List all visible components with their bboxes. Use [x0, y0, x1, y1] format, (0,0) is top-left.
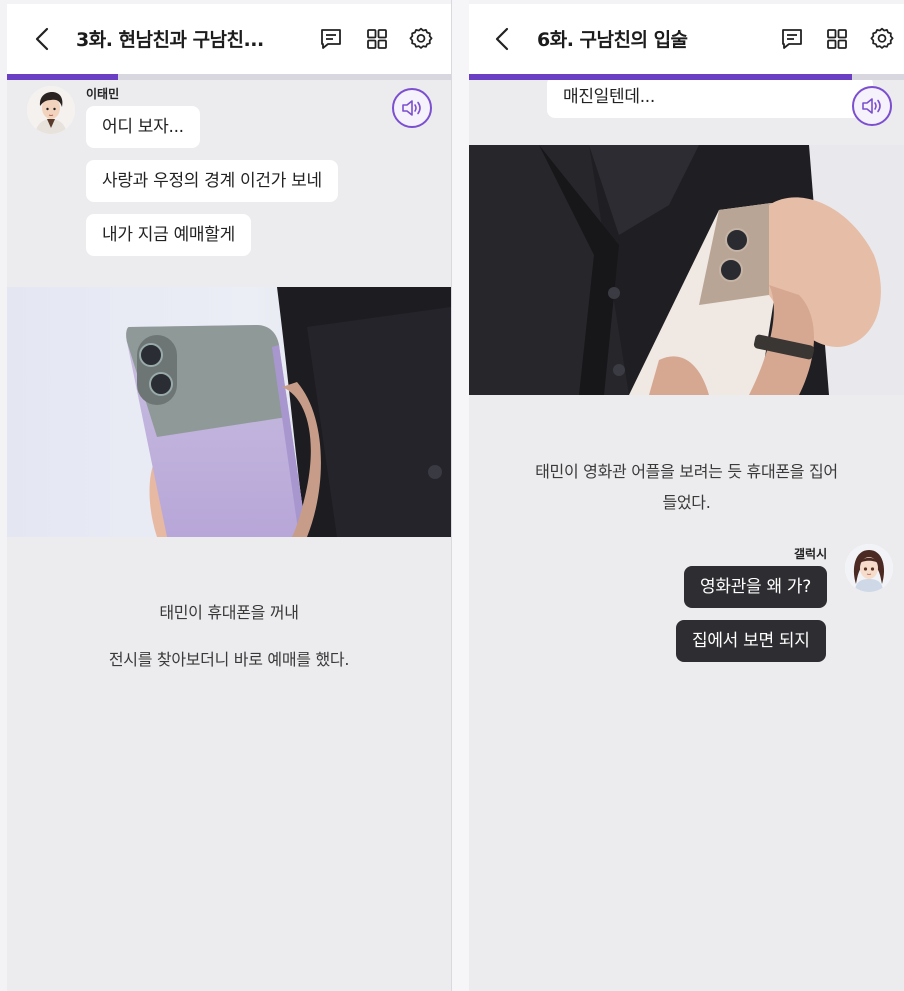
speaker-icon	[862, 98, 881, 114]
narration-text: 전시를 찾아보더니 바로 예매를 했다.	[108, 650, 350, 669]
speaker-name: 갤럭시	[794, 547, 828, 561]
chat-log-button[interactable]	[318, 26, 344, 52]
chat-log-button[interactable]	[779, 26, 805, 52]
panel-divider	[451, 0, 469, 991]
episode-title: 3화. 현남친과 구남친...	[76, 29, 264, 51]
story-photo	[7, 287, 451, 537]
chat-bubble: 집에서 보면 되지	[676, 620, 826, 662]
chat-bubble: 어디 보자...	[86, 106, 200, 148]
episode-title: 6화. 구남친의 입술	[537, 29, 688, 51]
narration-text: 들었다.	[662, 493, 711, 512]
reading-progress-fill	[469, 74, 852, 80]
voice-play-button[interactable]	[392, 88, 432, 128]
reading-progress-fill	[7, 74, 118, 80]
left-screen: 3화. 현남친과 구남친... 이태민 어디 보자... 사랑과 우정의 경계 …	[7, 4, 451, 991]
chat-bubble: 영화관을 왜 가?	[684, 566, 827, 608]
episode-grid-button[interactable]	[824, 26, 850, 52]
phone-photo-illustration	[469, 145, 904, 395]
top-bar: 6화. 구남친의 입술	[469, 4, 904, 74]
voice-play-button[interactable]	[852, 86, 892, 126]
back-chevron-icon	[35, 27, 49, 51]
phone-photo-illustration	[7, 287, 451, 537]
back-button[interactable]	[489, 26, 515, 52]
right-screen: 매진일텐데... 6화. 구남친의 입술 태민이 영화관 어플을 보려는 듯 휴…	[469, 4, 904, 991]
story-photo	[469, 145, 904, 395]
episode-grid-button[interactable]	[364, 26, 390, 52]
avatar	[27, 86, 75, 134]
character-portrait-icon	[27, 86, 75, 134]
settings-button[interactable]	[408, 26, 434, 52]
settings-button[interactable]	[869, 26, 895, 52]
gear-icon	[409, 27, 433, 49]
chat-bubble: 매진일텐데...	[547, 76, 873, 118]
back-chevron-icon	[495, 27, 509, 51]
narration-text: 태민이 영화관 어플을 보려는 듯 휴대폰을 집어	[535, 462, 838, 481]
chat-bubble: 내가 지금 예매할게	[86, 214, 251, 256]
narration-text: 태민이 휴대폰을 꺼내	[159, 603, 299, 622]
speaker-icon	[402, 100, 421, 116]
top-bar: 3화. 현남친과 구남친...	[7, 4, 451, 74]
gear-icon	[870, 27, 894, 49]
back-button[interactable]	[29, 26, 55, 52]
grid-icon	[827, 29, 847, 49]
message-list-icon	[782, 29, 802, 49]
speaker-name: 이태민	[86, 87, 120, 101]
grid-icon	[367, 29, 387, 49]
chat-bubble: 사랑과 우정의 경계 이건가 보네	[86, 160, 338, 202]
avatar	[845, 544, 893, 592]
message-list-icon	[321, 29, 341, 49]
reading-progress	[7, 74, 451, 80]
reading-progress	[469, 74, 904, 80]
character-portrait-icon	[845, 544, 893, 592]
